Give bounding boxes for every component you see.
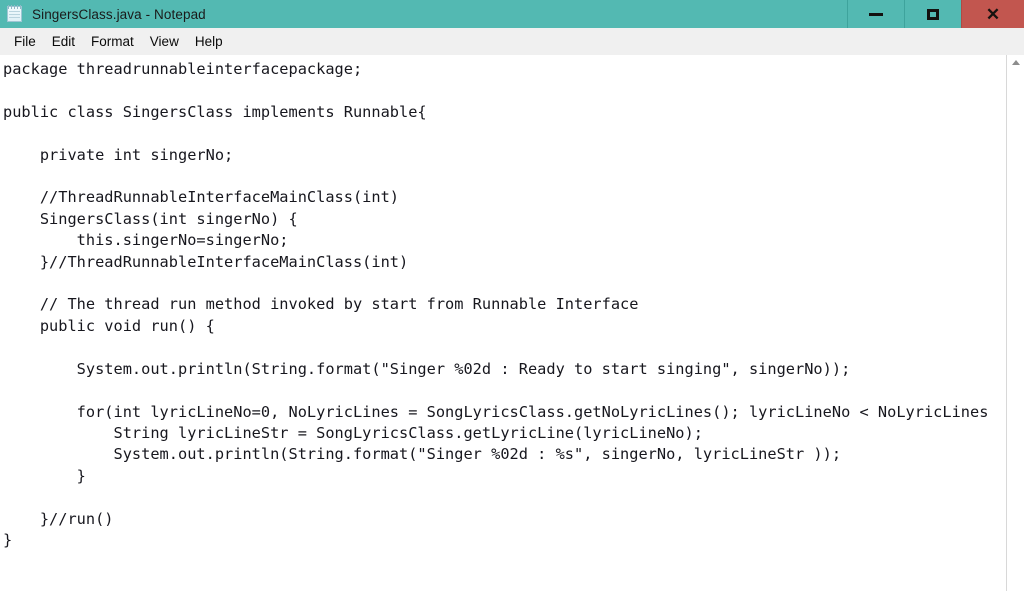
close-button[interactable]: ✕ — [961, 0, 1024, 28]
menu-item-format[interactable]: Format — [83, 32, 142, 51]
window-title: SingersClass.java - Notepad — [32, 6, 206, 22]
window-controls: ✕ — [847, 0, 1024, 28]
menu-item-edit[interactable]: Edit — [44, 32, 83, 51]
menu-bar: File Edit Format View Help — [0, 28, 1024, 55]
minimize-icon — [869, 12, 883, 16]
notepad-window: SingersClass.java - Notepad ✕ File Edit … — [0, 0, 1024, 591]
menu-item-view[interactable]: View — [142, 32, 187, 51]
maximize-icon — [927, 8, 939, 20]
code-text[interactable]: package threadrunnableinterfacepackage; … — [3, 59, 1006, 551]
maximize-button[interactable] — [904, 0, 961, 28]
code-after-caret: String lyricLineStr = SongLyricsClass.ge… — [3, 423, 842, 549]
title-bar-left: SingersClass.java - Notepad — [0, 0, 847, 28]
editor-area: package threadrunnableinterfacepackage; … — [0, 55, 1024, 591]
minimize-button[interactable] — [847, 0, 904, 28]
notepad-icon — [6, 5, 24, 23]
text-editor[interactable]: package threadrunnableinterfacepackage; … — [0, 55, 1006, 591]
menu-item-help[interactable]: Help — [187, 32, 231, 51]
scrollbar-track[interactable] — [1007, 65, 1024, 591]
menu-item-file[interactable]: File — [6, 32, 44, 51]
close-icon: ✕ — [985, 4, 1001, 24]
code-before-caret: package threadrunnableinterfacepackage; … — [3, 60, 989, 421]
vertical-scrollbar[interactable] — [1006, 55, 1024, 591]
title-bar[interactable]: SingersClass.java - Notepad ✕ — [0, 0, 1024, 28]
